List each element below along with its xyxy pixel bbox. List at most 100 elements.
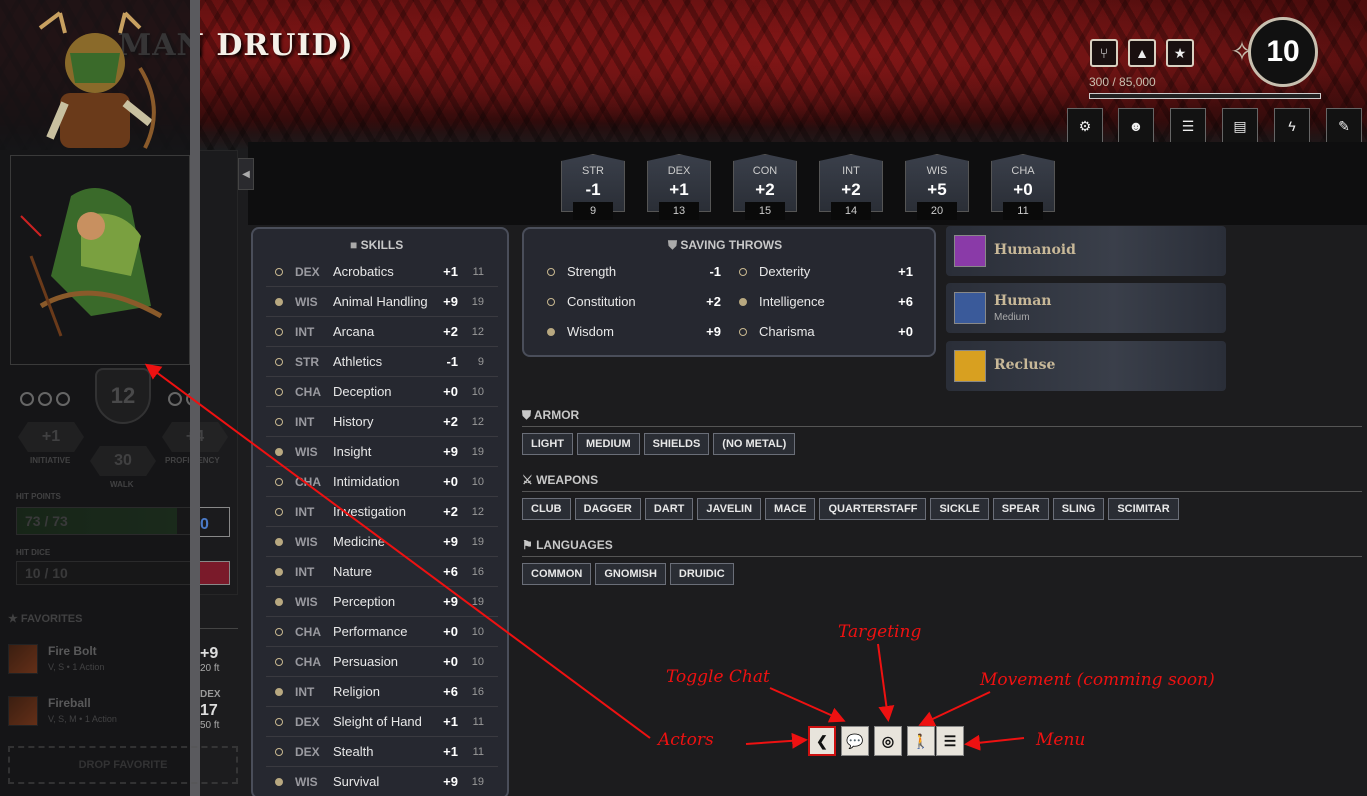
actors-button[interactable]: ☻	[1118, 108, 1154, 144]
proficiency-dot[interactable]	[275, 298, 283, 306]
sidebar-scrollbar[interactable]	[190, 0, 200, 796]
notes-button[interactable]: ✎	[1326, 108, 1362, 144]
proficiency-dot[interactable]	[275, 478, 283, 486]
skill-bonus[interactable]: -1	[446, 354, 458, 369]
proficiency-dot[interactable]	[275, 658, 283, 666]
skill-row[interactable]: INT Religion +6 16	[266, 677, 498, 707]
skill-row[interactable]: DEX Stealth +1 11	[266, 737, 498, 767]
skill-row[interactable]: WIS Perception +9 19	[266, 587, 498, 617]
skill-row[interactable]: INT Investigation +2 12	[266, 497, 498, 527]
proficiency-dot[interactable]	[547, 268, 555, 276]
skill-row[interactable]: INT Arcana +2 12	[266, 317, 498, 347]
skill-row[interactable]: DEX Acrobatics +1 11	[266, 257, 498, 287]
proficiency-dot[interactable]	[275, 538, 283, 546]
proficiency-dot[interactable]	[275, 748, 283, 756]
proficiency-dot[interactable]	[275, 778, 283, 786]
skill-row[interactable]: DEX Sleight of Hand +1 11	[266, 707, 498, 737]
trait-card[interactable]: Human Medium	[946, 283, 1226, 333]
save-bonus[interactable]: +2	[706, 294, 721, 309]
movement-button[interactable]: 🚶	[907, 726, 935, 756]
skill-bonus[interactable]: +1	[443, 714, 458, 729]
list-button[interactable]: ☰	[1170, 108, 1206, 144]
proficiency-dot[interactable]	[739, 298, 747, 306]
skill-row[interactable]: CHA Persuasion +0 10	[266, 647, 498, 677]
trait-card[interactable]: Recluse	[946, 341, 1226, 391]
proficiency-dot[interactable]	[275, 508, 283, 516]
saving-throw-row[interactable]: Constitution +2	[547, 287, 721, 317]
menu-button[interactable]: ☰	[936, 726, 964, 756]
camp-icon[interactable]: ▲	[1128, 39, 1156, 67]
save-bonus[interactable]: +9	[706, 324, 721, 339]
trait-card[interactable]: Humanoid	[946, 226, 1226, 276]
saving-throw-row[interactable]: Wisdom +9	[547, 317, 721, 347]
skill-row[interactable]: STR Athletics -1 9	[266, 347, 498, 377]
skill-row[interactable]: INT Nature +6 16	[266, 557, 498, 587]
hit-dice-box[interactable]	[200, 561, 230, 585]
proficiency-dot[interactable]	[275, 568, 283, 576]
saving-throw-row[interactable]: Intelligence +6	[739, 287, 913, 317]
death-save-failures[interactable]	[20, 392, 70, 406]
proficiency-dot[interactable]	[739, 268, 747, 276]
skill-bonus[interactable]: +9	[443, 534, 458, 549]
saving-throw-row[interactable]: Strength -1	[547, 257, 721, 287]
toggle-actors-button[interactable]: ❮	[808, 726, 836, 756]
journal-button[interactable]: ▤	[1222, 108, 1258, 144]
skill-bonus[interactable]: +9	[443, 774, 458, 789]
star-icon[interactable]: ★	[1166, 39, 1194, 67]
proficiency-dot[interactable]	[275, 448, 283, 456]
skill-bonus[interactable]: +2	[443, 414, 458, 429]
skill-bonus[interactable]: +0	[443, 624, 458, 639]
skill-row[interactable]: CHA Deception +0 10	[266, 377, 498, 407]
favorite-item[interactable]: Fireball V, S, M • 1 Action	[8, 692, 198, 732]
proficiency-dot[interactable]	[275, 688, 283, 696]
skill-bonus[interactable]: +0	[443, 474, 458, 489]
proficiency-dot[interactable]	[275, 268, 283, 276]
token-portrait[interactable]	[20, 8, 170, 158]
proficiency-dot[interactable]	[275, 598, 283, 606]
proficiency-dot[interactable]	[739, 328, 747, 336]
proficiency-dot[interactable]	[275, 388, 283, 396]
proficiency-dot[interactable]	[547, 328, 555, 336]
proficiency-dot[interactable]	[275, 418, 283, 426]
actors-sidebar[interactable]: 12 +1 INITIATIVE 30 WALK +4 PROFICIENCY …	[0, 0, 228, 796]
skill-row[interactable]: CHA Performance +0 10	[266, 617, 498, 647]
toggle-chat-button[interactable]: 💬	[841, 726, 869, 756]
hit-points-bar[interactable]: 73 / 73	[16, 507, 191, 535]
skill-bonus[interactable]: +9	[443, 444, 458, 459]
proficiency-dot[interactable]	[275, 358, 283, 366]
proficiency-dot[interactable]	[275, 718, 283, 726]
save-bonus[interactable]: +6	[898, 294, 913, 309]
drop-favorite-zone[interactable]: DROP FAVORITE	[8, 746, 238, 784]
skill-bonus[interactable]: +6	[443, 684, 458, 699]
proficiency-dot[interactable]	[547, 298, 555, 306]
skill-row[interactable]: WIS Medicine +9 19	[266, 527, 498, 557]
skill-bonus[interactable]: +9	[443, 294, 458, 309]
skill-row[interactable]: WIS Animal Handling +9 19	[266, 287, 498, 317]
saving-throw-row[interactable]: Charisma +0	[739, 317, 913, 347]
settings-button[interactable]: ⚙	[1067, 108, 1103, 144]
saving-throw-row[interactable]: Dexterity +1	[739, 257, 913, 287]
skill-bonus[interactable]: +9	[443, 594, 458, 609]
skill-bonus[interactable]: +0	[443, 384, 458, 399]
skill-row[interactable]: CHA Intimidation +0 10	[266, 467, 498, 497]
save-bonus[interactable]: +1	[898, 264, 913, 279]
skill-bonus[interactable]: +1	[443, 744, 458, 759]
targeting-button[interactable]: ◎	[874, 726, 902, 756]
proficiency-dot[interactable]	[275, 628, 283, 636]
skill-row[interactable]: INT History +2 12	[266, 407, 498, 437]
skill-row[interactable]: WIS Insight +9 19	[266, 437, 498, 467]
temp-hp-box[interactable]	[200, 507, 230, 537]
actions-button[interactable]: ϟ	[1274, 108, 1310, 144]
skill-bonus[interactable]: +1	[443, 264, 458, 279]
skill-row[interactable]: WIS Survival +9 19	[266, 767, 498, 796]
skill-bonus[interactable]: +2	[443, 504, 458, 519]
favorite-item[interactable]: Fire Bolt V, S • 1 Action	[8, 640, 198, 680]
hit-dice-bar[interactable]: 10 / 10	[16, 561, 191, 585]
proficiency-dot[interactable]	[275, 328, 283, 336]
utensils-icon[interactable]: ⑂	[1090, 39, 1118, 67]
skill-bonus[interactable]: +2	[443, 324, 458, 339]
save-bonus[interactable]: -1	[709, 264, 721, 279]
skill-bonus[interactable]: +6	[443, 564, 458, 579]
skill-bonus[interactable]: +0	[443, 654, 458, 669]
save-bonus[interactable]: +0	[898, 324, 913, 339]
